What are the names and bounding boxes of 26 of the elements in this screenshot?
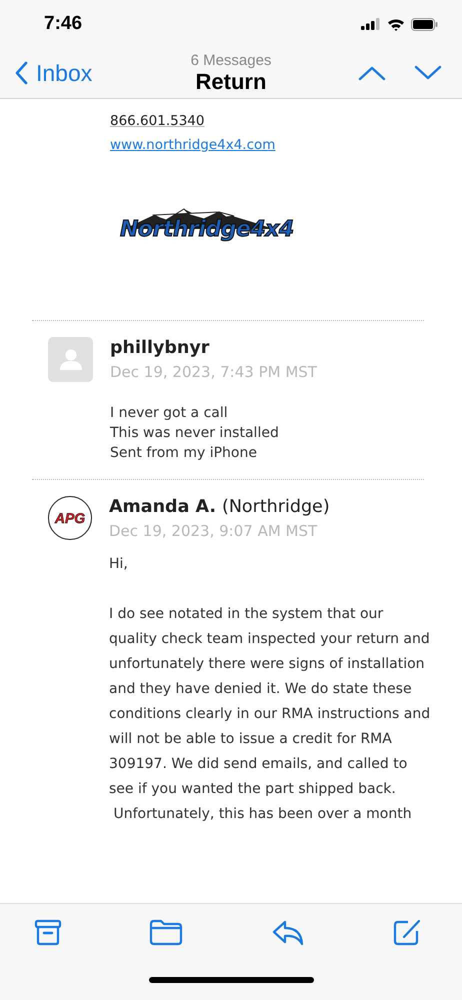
sender-organization: (Northridge)	[222, 496, 330, 518]
message-paragraph: I never got a call This was never installed Sent from my iPhone	[110, 404, 280, 463]
previous-button[interactable]	[358, 65, 386, 81]
message-date: Dec 19, 2023, 7:43 PM MST	[110, 362, 317, 383]
sender-name: phillybnyr	[110, 337, 210, 359]
compose-icon[interactable]	[392, 917, 422, 947]
avatar-placeholder	[48, 337, 93, 382]
back-button[interactable]: Inbox	[14, 60, 92, 86]
message-count: 6 Messages	[190, 52, 272, 68]
thread-title: Return	[196, 68, 266, 94]
battery-icon	[411, 18, 438, 30]
message-paragraph: Hi,	[109, 555, 129, 574]
status-time: 7:46	[44, 13, 82, 35]
wifi-icon	[387, 18, 405, 30]
sender-name: Amanda A.	[109, 496, 216, 518]
archive-icon[interactable]	[34, 918, 62, 946]
phone-number[interactable]: 866.601.5340	[110, 109, 204, 133]
website-link[interactable]: www.northridge4x4.com	[110, 133, 276, 157]
chevron-left-icon	[14, 61, 28, 85]
message-paragraph: I do see notated in the system that our quality check team inspected your return and unfortunately there were signs of installation and they have denied it. We do state these conditions clearly in our RMA instructions and will not be able to issue a credit for RMA 309197. We did send emails, and called to see if you wanted the part shipped back. Unfortunately, this has been over a month	[109, 605, 430, 824]
next-button[interactable]	[414, 65, 442, 81]
signal-icon	[361, 18, 381, 30]
avatar-logo: APG	[48, 496, 92, 540]
reply-icon[interactable]	[270, 918, 305, 946]
message-date: Dec 19, 2023, 9:07 AM MST	[109, 521, 318, 542]
folder-icon[interactable]	[149, 918, 184, 946]
